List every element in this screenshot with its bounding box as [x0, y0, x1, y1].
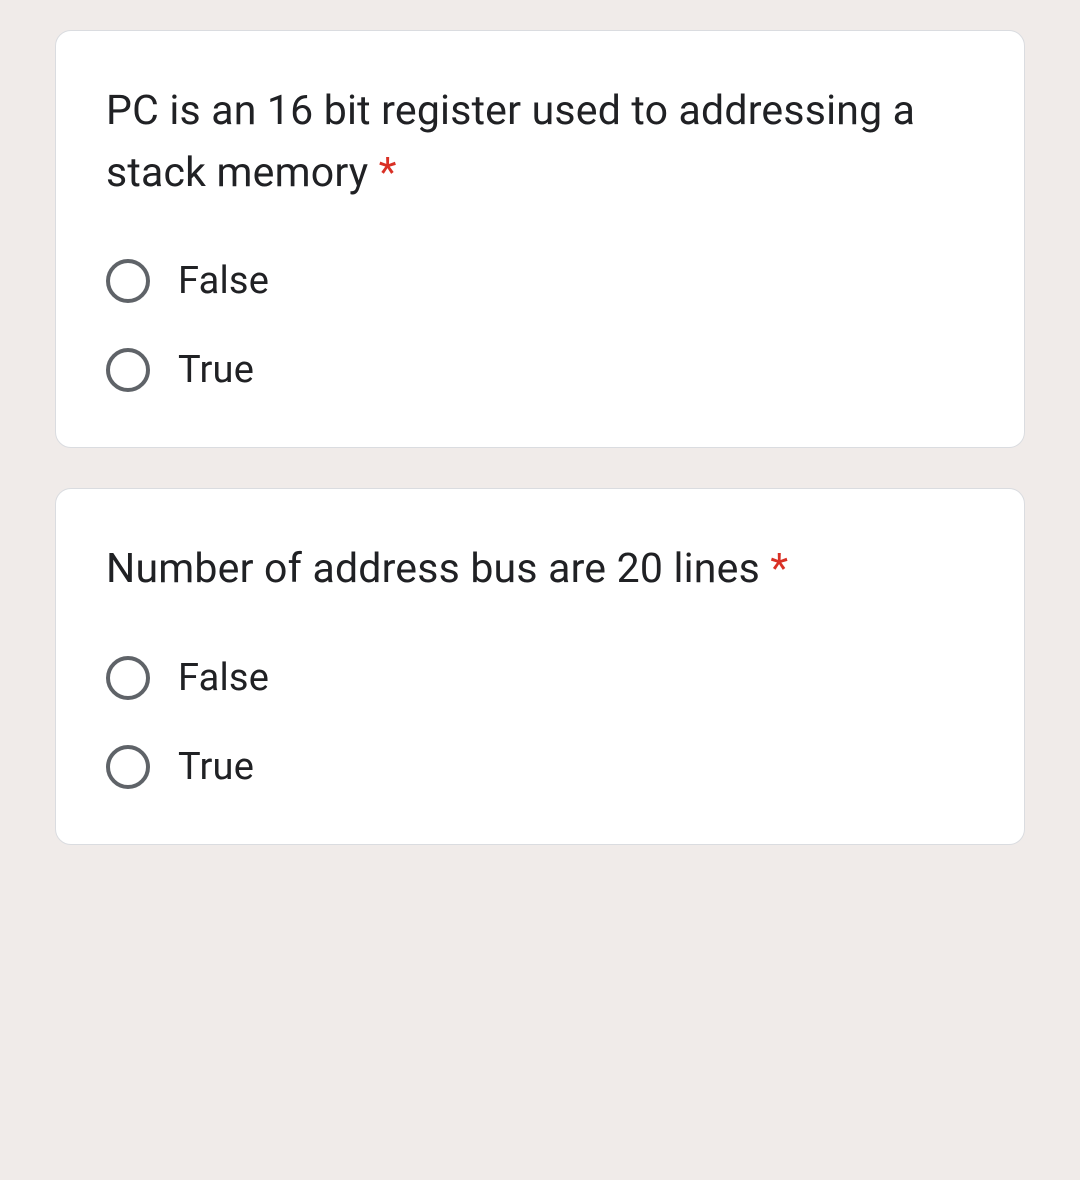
- radio-option-true[interactable]: True: [106, 348, 974, 392]
- option-label: False: [178, 656, 269, 700]
- radio-unchecked-icon: [106, 656, 150, 700]
- required-asterisk: *: [379, 149, 397, 197]
- radio-option-false[interactable]: False: [106, 656, 974, 700]
- option-label: True: [178, 348, 254, 392]
- radio-unchecked-icon: [106, 348, 150, 392]
- question-card-1: PC is an 16 bit register used to address…: [55, 30, 1025, 448]
- radio-unchecked-icon: [106, 745, 150, 789]
- option-label: False: [178, 259, 269, 303]
- required-asterisk: *: [770, 545, 788, 593]
- question-prompt: Number of address bus are 20 lines: [106, 545, 770, 593]
- radio-unchecked-icon: [106, 259, 150, 303]
- radio-option-true[interactable]: True: [106, 745, 974, 789]
- radio-option-false[interactable]: False: [106, 259, 974, 303]
- question-text: PC is an 16 bit register used to address…: [106, 81, 974, 204]
- question-prompt: PC is an 16 bit register used to address…: [106, 87, 915, 197]
- question-text: Number of address bus are 20 lines *: [106, 539, 974, 601]
- option-label: True: [178, 745, 254, 789]
- question-card-2: Number of address bus are 20 lines * Fal…: [55, 488, 1025, 845]
